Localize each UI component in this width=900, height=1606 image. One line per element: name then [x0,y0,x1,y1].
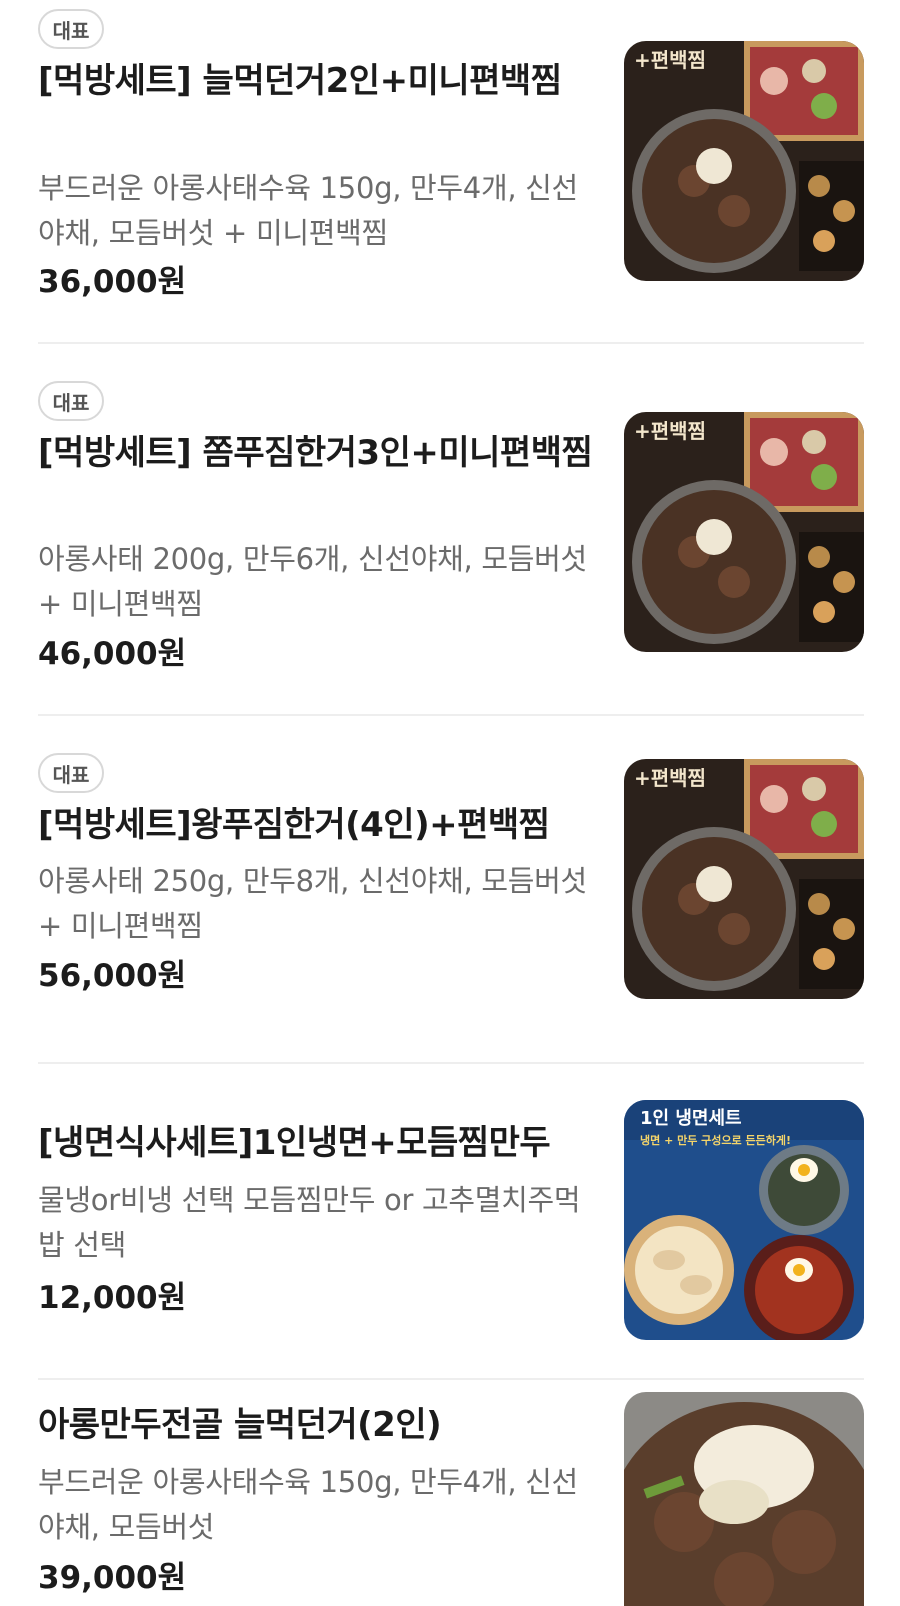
menu-item-description: 아롱사태 250g, 만두8개, 신선야채, 모듬버섯 + 미니편백찜 [38,864,587,943]
menu-item-description: 아롱사태 200g, 만두6개, 신선야채, 모듬버섯 + 미니편백찜 [38,542,587,621]
image-caption: +편백찜 [634,766,706,790]
image-caption: +편백찜 [634,419,706,443]
representative-badge: 대표 [38,9,104,49]
menu-item-price: 46,000원 [38,636,187,672]
steamed-beef-set-photo: +편백찜 [624,759,864,999]
menu-item-description: 물냉or비냉 선택 모듬찜만두 or 고추멸치주먹밥 선택 [38,1183,581,1262]
menu-item[interactable]: 아롱만두전골 늘먹던거(2인) 부드러운 아롱사태수육 150g, 만두4개, … [38,1392,864,1606]
menu-item-name: [냉면식사세트]1인냉면+모듬찜만두 [38,1123,551,1163]
divider [38,714,864,716]
image-caption: +편백찜 [634,48,706,72]
representative-badge: 대표 [38,753,104,793]
representative-badge: 대표 [38,381,104,421]
steamed-beef-set-photo: +편백찜 [624,412,864,652]
menu-item-description: 부드러운 아롱사태수육 150g, 만두4개, 신선야채, 모듬버섯 + 미니편… [38,171,578,250]
dumpling-hotpot-photo [624,1392,864,1606]
image-caption: 1인 냉면세트 [640,1108,742,1129]
menu-item-price: 39,000원 [38,1560,187,1596]
cold-noodle-set-photo: 1인 냉면세트 냉면 + 만두 구성으로 든든하게! [624,1100,864,1340]
menu-item-price: 12,000원 [38,1280,187,1316]
menu-item-name: [먹방세트] 쫌푸짐한거3인+미니편백찜 [38,433,593,473]
image-subcaption: 냉면 + 만두 구성으로 든든하게! [640,1133,791,1147]
menu-item-price: 56,000원 [38,958,187,994]
menu-item[interactable]: 대표 [먹방세트] 쫌푸짐한거3인+미니편백찜 아롱사태 200g, 만두6개,… [38,372,864,702]
divider [38,1062,864,1064]
divider [38,1378,864,1380]
menu-item-name: [먹방세트]왕푸짐한거(4인)+편백찜 [38,805,550,845]
menu-item-name: 아롱만두전골 늘먹던거(2인) [38,1405,442,1445]
menu-item-description: 부드러운 아롱사태수육 150g, 만두4개, 신선야채, 모듬버섯 [38,1465,578,1544]
divider [38,342,864,344]
steamed-beef-set-photo: +편백찜 [624,41,864,281]
menu-item[interactable]: 대표 [먹방세트]왕푸짐한거(4인)+편백찜 아롱사태 250g, 만두8개, … [38,744,864,1074]
menu-item-name: [먹방세트] 늘먹던거2인+미니편백찜 [38,61,562,101]
menu-list: 대표 [먹방세트] 늘먹던거2인+미니편백찜 부드러운 아롱사태수육 150g,… [0,0,900,1606]
menu-item[interactable]: [냉면식사세트]1인냉면+모듬찜만두 물냉or비냉 선택 모듬찜만두 or 고추… [38,1100,864,1390]
menu-item-price: 36,000원 [38,264,187,300]
menu-item[interactable]: 대표 [먹방세트] 늘먹던거2인+미니편백찜 부드러운 아롱사태수육 150g,… [38,0,864,330]
